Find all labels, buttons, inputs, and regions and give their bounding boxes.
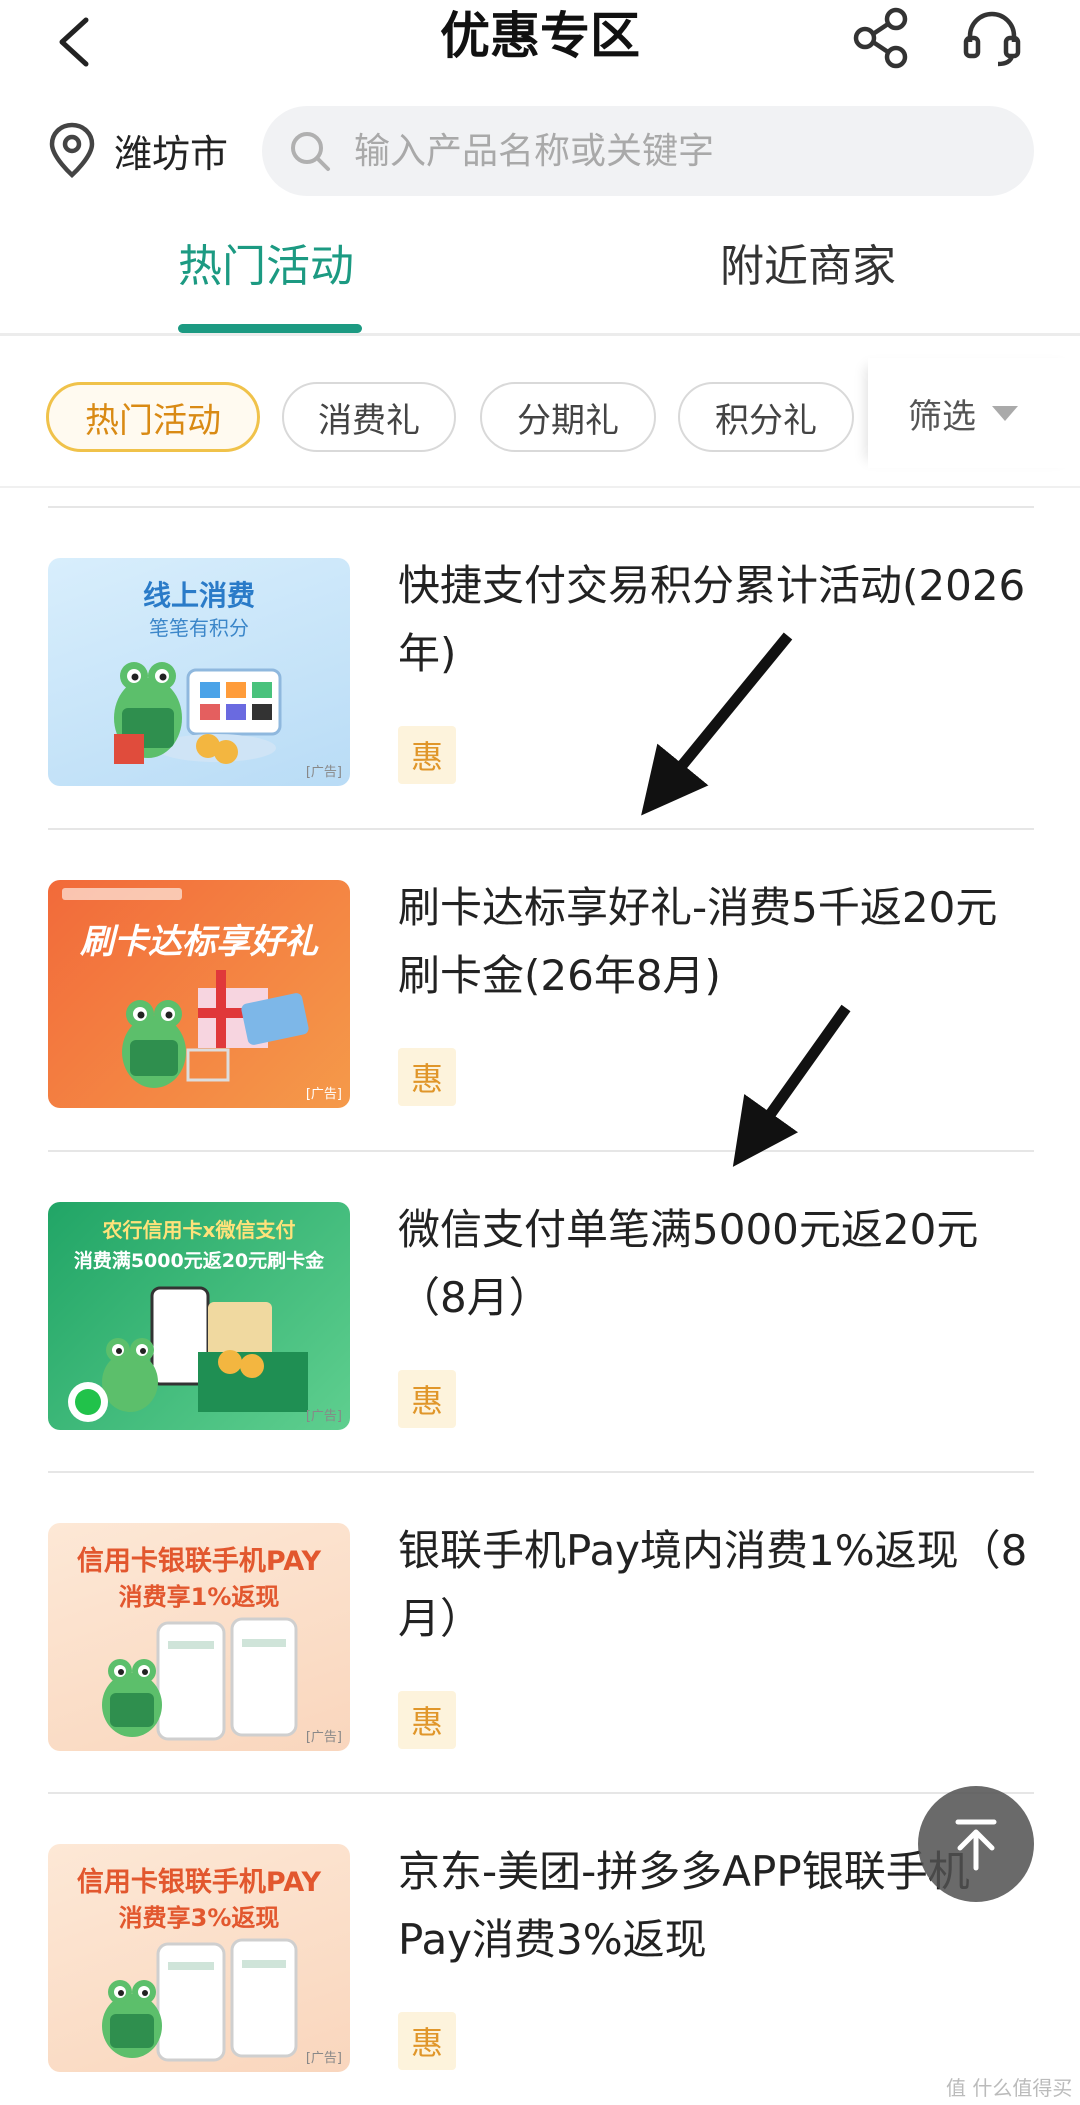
- ad-label: [广告]: [305, 765, 342, 780]
- city-label: 潍坊市: [114, 131, 229, 176]
- search-input[interactable]: [354, 130, 954, 172]
- location-pin-icon: [49, 122, 95, 179]
- frog-mascot-illustration: [102, 1617, 298, 1741]
- frog-mascot-illustration: [62, 888, 309, 1088]
- activity-title: 快捷支付交易积分累计活动(2026年): [398, 561, 1026, 678]
- discount-badge: 惠: [398, 2012, 456, 2070]
- chip-installment-gift[interactable]: 分期礼: [480, 382, 656, 452]
- chip-points-gift[interactable]: 积分礼: [678, 382, 854, 452]
- ad-label: [广告]: [305, 1409, 342, 1424]
- ad-label: [广告]: [305, 1087, 342, 1102]
- search-bar[interactable]: [262, 106, 1034, 196]
- headset-icon: [963, 11, 1021, 67]
- watermark: 值 什么值得买: [946, 2076, 1073, 2100]
- tab-bar: 热门活动 附近商家: [0, 220, 1080, 336]
- promo-thumbnail: 刷卡达标享好礼 [广告]: [48, 880, 350, 1108]
- list-item[interactable]: 信用卡银联手机PAY 消费享3%返现 [广告] 京东-美团-拼多多APP银联手机…: [48, 1794, 1034, 2105]
- activity-title: 银联手机Pay境内消费1%返现（8月）: [398, 1526, 1028, 1643]
- back-to-top-button[interactable]: [918, 1786, 1034, 1902]
- page-title: 优惠专区: [440, 7, 640, 65]
- discount-badge: 惠: [398, 726, 456, 784]
- list-item[interactable]: 农行信用卡x微信支付 消费满5000元返20元刷卡金 [广告] 微信支付单笔满5…: [48, 1152, 1034, 1470]
- filter-button[interactable]: 筛选: [868, 358, 1080, 468]
- promo-thumbnail: 信用卡银联手机PAY 消费享3%返现 [广告]: [48, 1844, 350, 2072]
- ad-label: [广告]: [305, 1730, 342, 1745]
- discount-badge: 惠: [398, 1370, 456, 1428]
- frog-mascot-illustration: [114, 662, 282, 764]
- header: 优惠专区: [0, 0, 1080, 90]
- filter-label: 筛选: [908, 396, 976, 437]
- list-item[interactable]: 信用卡银联手机PAY 消费享1%返现 [广告] 银联手机Pay境内消费1%返现（…: [48, 1473, 1034, 1791]
- location-selector[interactable]: 潍坊市: [48, 118, 228, 182]
- ad-label: [广告]: [305, 2051, 342, 2066]
- share-icon: [853, 7, 908, 69]
- frog-mascot-illustration: [102, 1938, 298, 2062]
- tab-hot-activities[interactable]: 热门活动: [178, 232, 354, 302]
- discount-badge: 惠: [398, 1691, 456, 1749]
- promo-thumbnail: 信用卡银联手机PAY 消费享1%返现 [广告]: [48, 1523, 350, 1751]
- search-icon: [291, 132, 330, 171]
- list-item[interactable]: 刷卡达标享好礼 [广告] 刷卡达标享好礼-消费5千返20元刷卡金(26年8月) …: [48, 830, 1034, 1148]
- arrow-up-to-top-icon: [955, 1819, 997, 1871]
- discount-badge: 惠: [398, 1048, 456, 1106]
- tab-nearby-merchants[interactable]: 附近商家: [720, 232, 896, 302]
- customer-service-button[interactable]: [960, 6, 1024, 70]
- share-button[interactable]: [850, 6, 914, 70]
- filter-chip-bar: 热门活动 消费礼 分期礼 积分礼 筛选: [0, 338, 1080, 488]
- activity-title: 刷卡达标享好礼-消费5千返20元刷卡金(26年8月): [398, 883, 998, 1000]
- promo-thumbnail: 农行信用卡x微信支付 消费满5000元返20元刷卡金 [广告]: [48, 1202, 350, 1430]
- chip-hot-activities[interactable]: 热门活动: [46, 382, 260, 452]
- caret-down-icon: [992, 405, 1018, 421]
- activity-title: 微信支付单笔满5000元返20元（8月）: [398, 1205, 979, 1322]
- list-item[interactable]: 线上消费 笔笔有积分 [广告] 快捷支付交易积分累计活动(2026年) 惠: [48, 508, 1034, 826]
- active-tab-indicator: [178, 324, 362, 333]
- promo-thumbnail: 线上消费 笔笔有积分 [广告]: [48, 558, 350, 786]
- frog-mascot-illustration: [68, 1286, 308, 1422]
- chip-consumption-gift[interactable]: 消费礼: [282, 382, 456, 452]
